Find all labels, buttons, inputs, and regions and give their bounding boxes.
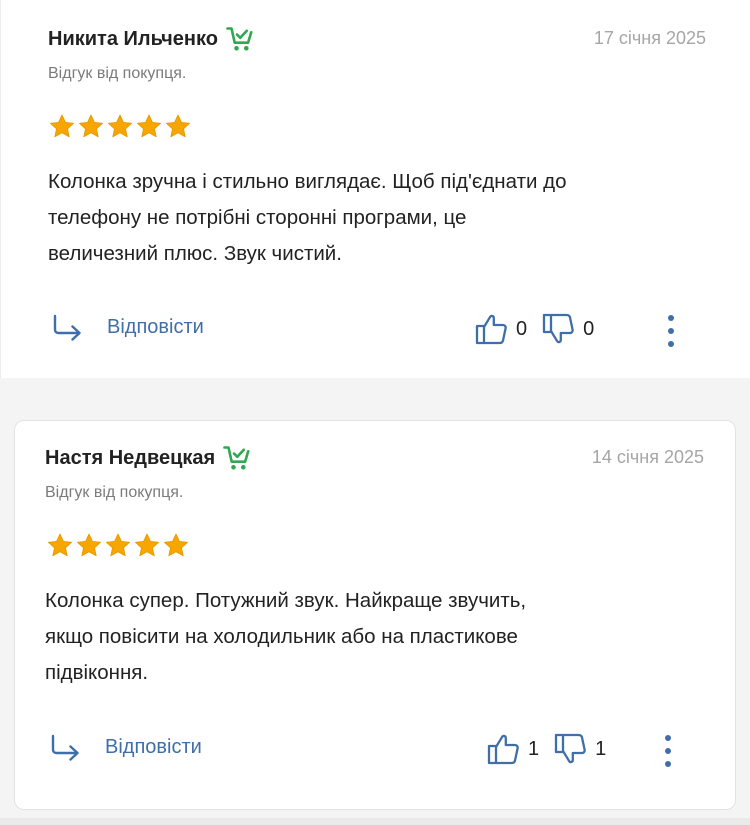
dislike-count: 0	[583, 317, 595, 340]
reply-label: Відповісти	[105, 735, 202, 758]
like-count: 0	[516, 317, 528, 340]
vote-controls: 0 0	[474, 312, 594, 346]
like-count: 1	[528, 737, 540, 760]
page-divider	[0, 818, 750, 825]
star-icon	[46, 532, 74, 559]
star-icon	[77, 113, 105, 140]
dislike-count: 1	[595, 737, 607, 760]
rating-stars	[48, 113, 192, 140]
review-card: Настя Недвецкая 14 січня 2025 Відгук від…	[14, 420, 736, 810]
author-name: Никита Ильченко	[48, 27, 218, 50]
review-author: Никита Ильченко	[48, 26, 254, 52]
cart-check-icon	[226, 26, 254, 52]
thumbs-down-icon	[553, 732, 589, 766]
review-card: Никита Ильченко 17 січня 2025 Відгук від…	[0, 0, 750, 378]
reply-label: Відповісти	[107, 315, 204, 338]
thumbs-down-icon	[541, 312, 577, 346]
star-icon	[104, 532, 132, 559]
star-icon	[48, 113, 76, 140]
review-date: 17 січня 2025	[593, 28, 706, 48]
star-icon	[162, 532, 190, 559]
review-text-line: підвіконня.	[45, 661, 149, 684]
review-text-line: величезний плюс. Звук чистий.	[48, 242, 342, 265]
dislike-button[interactable]: 1	[553, 732, 606, 766]
review-text-line: Колонка супер. Потужний звук. Найкраще з…	[45, 589, 527, 612]
thumbs-up-icon	[474, 312, 510, 346]
review-text: Колонка зручна і стильно виглядає. Щоб п…	[48, 164, 566, 272]
like-button[interactable]: 0	[474, 312, 527, 346]
review-date: 14 січня 2025	[591, 447, 704, 467]
star-icon	[106, 113, 134, 140]
thumbs-up-icon	[486, 732, 522, 766]
like-button[interactable]: 1	[486, 732, 539, 766]
cart-check-icon	[223, 445, 251, 471]
rating-stars	[46, 532, 190, 559]
vote-controls: 1 1	[486, 732, 606, 766]
star-icon	[164, 113, 192, 140]
dislike-button[interactable]: 0	[541, 312, 594, 346]
review-subtitle: Відгук від покупця.	[48, 65, 187, 82]
reply-arrow-icon	[51, 313, 85, 341]
author-name: Настя Недвецкая	[45, 446, 216, 469]
review-text-line: телефону не потрібні сторонні програми, …	[48, 206, 467, 229]
review-text: Колонка супер. Потужний звук. Найкраще з…	[45, 583, 526, 691]
review-text-line: Колонка зручна і стильно виглядає. Щоб п…	[48, 170, 567, 193]
more-options-icon[interactable]	[665, 315, 677, 347]
more-options-icon[interactable]	[662, 735, 674, 767]
reply-arrow-icon	[49, 733, 83, 761]
review-author: Настя Недвецкая	[45, 445, 251, 471]
reply-button[interactable]: Відповісти	[49, 733, 202, 761]
review-subtitle: Відгук від покупця.	[45, 484, 184, 501]
star-icon	[135, 113, 163, 140]
reply-button[interactable]: Відповісти	[51, 313, 204, 341]
star-icon	[75, 532, 103, 559]
star-icon	[133, 532, 161, 559]
review-text-line: якщо повісити на холодильник або на плас…	[45, 625, 518, 648]
